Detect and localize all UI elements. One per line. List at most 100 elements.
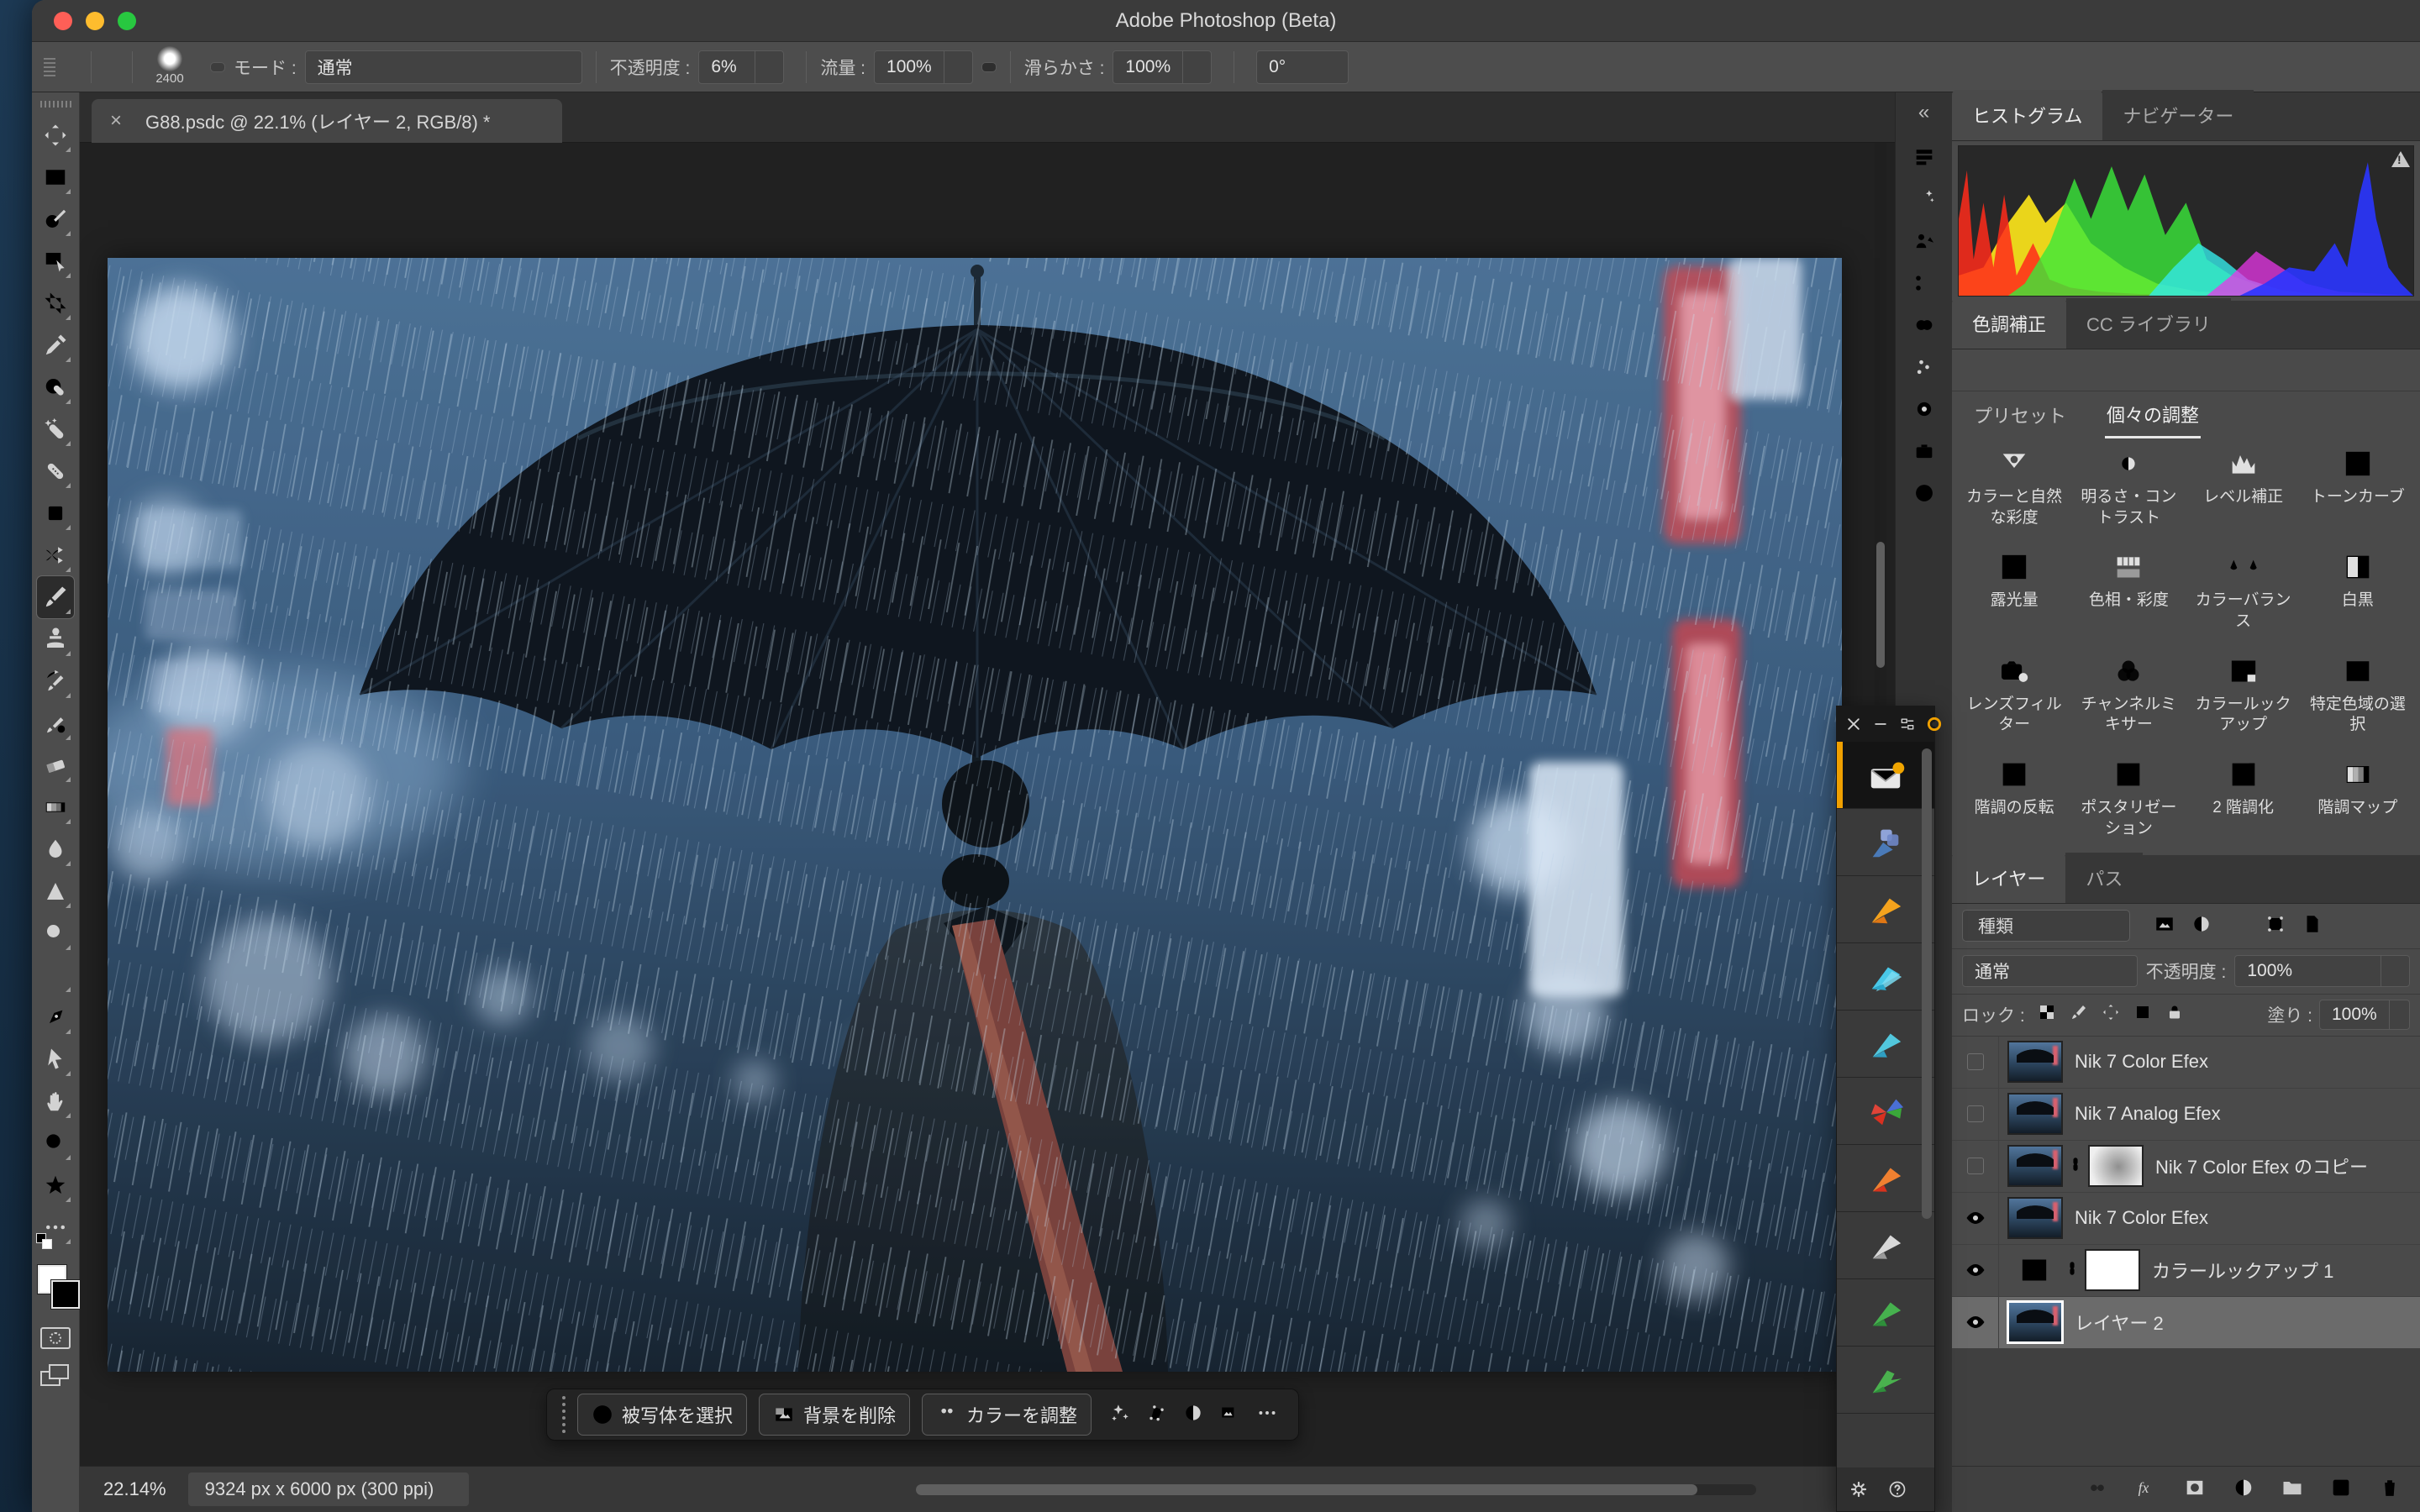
link-layers-button[interactable] bbox=[2086, 1476, 2109, 1504]
nik-analog-efex[interactable] bbox=[1837, 1145, 1934, 1212]
brush-angle-input[interactable]: 0° bbox=[1256, 50, 1349, 84]
history-brush-tool[interactable] bbox=[37, 660, 74, 702]
layer-row[interactable]: Nik 7 Color Efex bbox=[1952, 1037, 2420, 1089]
healing-brush-tool[interactable] bbox=[37, 450, 74, 492]
toolbar-grip[interactable] bbox=[40, 101, 71, 108]
tab-cc-libraries[interactable]: CC ライブラリ bbox=[2066, 298, 2231, 349]
adj-color-balance[interactable]: カラーバランス bbox=[2186, 550, 2301, 632]
add-mask-button[interactable] bbox=[2183, 1476, 2207, 1504]
subtab-presets[interactable]: プリセット bbox=[1972, 393, 2068, 437]
adj-photo-filter[interactable]: レンズフィルター bbox=[1957, 654, 2071, 736]
more-options-button[interactable] bbox=[1251, 1397, 1283, 1433]
pasteboard[interactable]: 被写体を選択背景を削除カラーを調整 bbox=[80, 143, 1895, 1466]
adj-color-vibrance[interactable]: カラーと自然な彩度 bbox=[1957, 447, 2071, 528]
help-icon[interactable] bbox=[1887, 1479, 1907, 1499]
gradient-tool[interactable] bbox=[37, 786, 74, 828]
brush-preset-picker[interactable]: 2400 bbox=[146, 46, 193, 89]
adj-channel-mixer[interactable]: チャンネルミキサー bbox=[2071, 654, 2186, 736]
adj-invert[interactable]: 階調の反転 bbox=[1957, 758, 2071, 839]
layer-row[interactable]: Nik 7 Color Efex のコピー bbox=[1952, 1141, 2420, 1193]
zoom-window-button[interactable] bbox=[118, 12, 136, 30]
adj-levels[interactable]: レベル補正 bbox=[2186, 447, 2301, 528]
crop-tool[interactable] bbox=[37, 282, 74, 324]
adj-gradient-map[interactable]: 階調マップ bbox=[2301, 758, 2415, 839]
nik-home[interactable] bbox=[1837, 742, 1934, 809]
nik-viveza[interactable] bbox=[1837, 1347, 1934, 1414]
layer-mask-thumbnail[interactable] bbox=[2086, 1251, 2139, 1289]
pen-tool[interactable] bbox=[37, 996, 74, 1038]
nik-color-efex[interactable] bbox=[1837, 876, 1934, 943]
nik-presharpener[interactable] bbox=[1837, 1078, 1934, 1145]
minimize-window-button[interactable] bbox=[86, 12, 104, 30]
dock-cut[interactable] bbox=[1903, 262, 1945, 304]
adj-exposure[interactable]: 露光量 bbox=[1957, 550, 2071, 632]
subtab-single-adjustments[interactable]: 個々の調整 bbox=[2105, 392, 2201, 438]
lock-position[interactable] bbox=[2101, 1002, 2121, 1027]
tab-adjustments[interactable]: 色調補正 bbox=[1952, 298, 2066, 349]
eyedropper-tool[interactable] bbox=[37, 324, 74, 366]
settings-icon[interactable] bbox=[1899, 716, 1916, 732]
dock-ai-actions[interactable] bbox=[1903, 178, 1945, 220]
opacity-input[interactable]: 6% bbox=[698, 50, 784, 84]
new-adjustment-button[interactable] bbox=[2232, 1476, 2255, 1504]
nik-scrollbar[interactable] bbox=[1922, 748, 1932, 1219]
eraser-tool[interactable] bbox=[37, 744, 74, 786]
select-subject-button[interactable]: 被写体を選択 bbox=[577, 1394, 747, 1436]
document-info[interactable]: 9324 px x 6000 px (300 ppi) bbox=[188, 1473, 470, 1506]
filter-pixel-layers[interactable] bbox=[2154, 913, 2175, 939]
remove-tool[interactable] bbox=[37, 408, 74, 450]
generative-fill-button[interactable] bbox=[1103, 1397, 1135, 1433]
layer-name[interactable]: カラールックアップ 1 bbox=[2152, 1257, 2333, 1284]
layer-thumbnail[interactable] bbox=[2009, 1147, 2061, 1185]
toggle-brush-settings-button[interactable] bbox=[210, 62, 225, 72]
dock-channels[interactable] bbox=[1903, 304, 1945, 346]
spot-healing-brush-tool[interactable] bbox=[37, 366, 74, 408]
close-icon[interactable] bbox=[1845, 716, 1862, 732]
quick-mask-button[interactable] bbox=[40, 1327, 71, 1349]
layer-thumbnail[interactable] bbox=[2009, 1199, 2061, 1237]
screen-mode-button[interactable] bbox=[40, 1364, 71, 1388]
new-layer-button[interactable] bbox=[2329, 1476, 2353, 1504]
zoom-level[interactable]: 22.14% bbox=[103, 1478, 166, 1500]
layer-style-button[interactable]: fx bbox=[2134, 1476, 2158, 1504]
mixer-brush-tool[interactable] bbox=[37, 702, 74, 744]
clone-stamp-tool[interactable] bbox=[37, 618, 74, 660]
nik-silver-efex[interactable] bbox=[1837, 1212, 1934, 1279]
gear-icon[interactable] bbox=[1849, 1479, 1869, 1499]
options-grip[interactable] bbox=[44, 58, 55, 76]
layer-name[interactable]: Nik 7 Analog Efex bbox=[2075, 1103, 2221, 1125]
path-selection-tool[interactable] bbox=[37, 1038, 74, 1080]
new-group-button[interactable] bbox=[2281, 1476, 2304, 1504]
layer-mask-thumbnail[interactable] bbox=[2090, 1147, 2142, 1185]
layer-visibility-eye-icon[interactable] bbox=[1952, 1245, 1999, 1296]
airbrush-toggle[interactable] bbox=[981, 62, 997, 72]
blend-mode-select[interactable]: 通常 bbox=[305, 50, 582, 84]
lock-all[interactable] bbox=[2165, 1002, 2185, 1027]
lock-artboard[interactable] bbox=[2133, 1002, 2153, 1027]
nik-dfine[interactable] bbox=[1837, 809, 1934, 876]
layer-name[interactable]: Nik 7 Color Efex のコピー bbox=[2155, 1152, 2368, 1179]
layer-row[interactable]: レイヤー 2 bbox=[1952, 1297, 2420, 1349]
type-tool[interactable] bbox=[37, 954, 74, 996]
dodge-tool[interactable] bbox=[37, 912, 74, 954]
filter-adjustment-layers[interactable] bbox=[2191, 913, 2212, 939]
hand-tool[interactable] bbox=[37, 1080, 74, 1122]
star-tool[interactable] bbox=[37, 1164, 74, 1206]
dock-info[interactable] bbox=[1903, 472, 1945, 514]
adj-selective-color[interactable]: 特定色域の選択 bbox=[2301, 654, 2415, 736]
taskbar-drag-handle[interactable] bbox=[562, 1396, 566, 1433]
document-tab[interactable]: × G88.psdc @ 22.1% (レイヤー 2, RGB/8) * bbox=[92, 99, 562, 143]
adjust-color-button[interactable]: カラーを調整 bbox=[922, 1394, 1092, 1436]
move-tool[interactable] bbox=[37, 114, 74, 156]
layer-visibility-eye-icon[interactable] bbox=[1952, 1297, 1999, 1348]
default-colors-icon[interactable] bbox=[36, 1233, 53, 1250]
layer-name[interactable]: Nik 7 Color Efex bbox=[2075, 1207, 2208, 1229]
layer-row[interactable]: Nik 7 Color Efex bbox=[1952, 1193, 2420, 1245]
layer-visibility-empty[interactable] bbox=[1952, 1037, 1999, 1088]
home-button[interactable] bbox=[67, 64, 77, 71]
histogram-warning-icon[interactable] bbox=[2391, 151, 2410, 167]
smoothing-input[interactable]: 100% bbox=[1113, 50, 1212, 84]
layer-visibility-empty[interactable] bbox=[1952, 1089, 1999, 1140]
filter-shape-layers[interactable] bbox=[2265, 913, 2286, 939]
layer-row[interactable]: Nik 7 Analog Efex bbox=[1952, 1089, 2420, 1141]
